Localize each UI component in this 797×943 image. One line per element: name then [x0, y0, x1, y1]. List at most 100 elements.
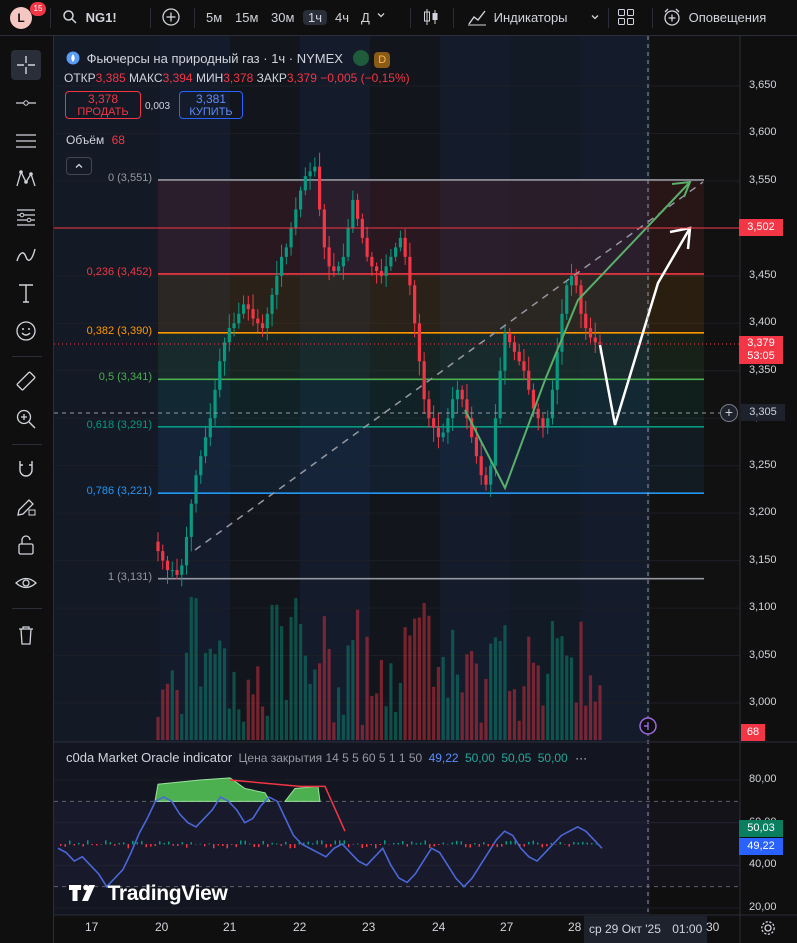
volume-bar	[317, 663, 322, 740]
histogram-bar	[433, 844, 435, 847]
indicators-button[interactable]: Индикаторы	[467, 0, 568, 36]
histogram-bar	[550, 842, 552, 845]
volume-bar	[161, 689, 165, 740]
add-alert-plus-button[interactable]: +	[720, 404, 738, 422]
fib-tool[interactable]	[11, 202, 41, 232]
text-tool[interactable]	[11, 278, 41, 308]
measure-tool[interactable]	[11, 366, 41, 396]
histogram-bar	[595, 843, 597, 845]
histogram-bar	[204, 844, 206, 847]
volume-bar	[503, 625, 507, 740]
indicators-label: Индикаторы	[493, 10, 568, 25]
go-to-realtime-icon[interactable]	[639, 717, 657, 735]
histogram-bar	[505, 841, 507, 845]
timeframe-5m[interactable]: 5м	[206, 0, 222, 36]
histogram-bar	[172, 844, 174, 846]
chart-type-button[interactable]	[422, 0, 440, 36]
histogram-bar	[519, 844, 521, 847]
timeframe-1h[interactable]: 1ч	[303, 6, 328, 30]
fib-level-label: 0,382 (3,390)	[86, 324, 152, 337]
histogram-bar	[474, 843, 476, 845]
histogram-bar	[424, 840, 426, 845]
histogram-bar	[145, 844, 147, 848]
volume-bar	[398, 682, 402, 740]
crosshair-icon	[17, 56, 35, 74]
magnet-tool[interactable]	[11, 454, 41, 484]
stay-drawing-tool[interactable]	[11, 492, 41, 522]
histogram-bar	[262, 840, 264, 845]
volume-bar	[180, 713, 184, 740]
parallel-channel-tool[interactable]	[11, 126, 41, 156]
histogram-bar	[483, 842, 485, 845]
volume-bar	[208, 648, 212, 740]
timeframe-4h[interactable]: 4ч	[335, 0, 349, 36]
histogram-bar	[186, 844, 188, 848]
zoom-tool[interactable]	[11, 404, 41, 434]
indicators-dropdown[interactable]	[590, 0, 600, 36]
histogram-bar	[132, 840, 134, 845]
pattern-tool[interactable]	[11, 164, 41, 194]
histogram-bar	[514, 840, 516, 845]
timeframe-15m[interactable]: 15м	[235, 0, 258, 36]
timeframe-day[interactable]: Д	[361, 0, 370, 36]
candle-body	[522, 361, 526, 371]
volume-bar	[408, 635, 412, 740]
compare-symbol-button[interactable]	[161, 0, 181, 36]
indicator-axis-label: 20,00	[749, 901, 777, 913]
histogram-bar	[555, 844, 557, 845]
volume-bar	[199, 686, 203, 740]
histogram-bar	[325, 844, 327, 848]
fibonacci-icon	[17, 209, 35, 226]
timeframe-30m[interactable]: 30м	[271, 0, 294, 36]
histogram-bar	[105, 840, 107, 845]
candle-body	[498, 370, 502, 419]
volume-bar	[417, 617, 421, 740]
text-icon	[19, 284, 33, 303]
candle-body	[384, 266, 388, 276]
lock-drawings-tool[interactable]	[11, 530, 41, 560]
emoji-tool[interactable]	[11, 316, 41, 346]
indicator-legend[interactable]: c0da Market Oracle indicator Цена закрыт…	[66, 750, 587, 765]
hide-drawings-tool[interactable]	[11, 568, 41, 598]
symbol-search-button[interactable]: NG1!	[62, 0, 117, 36]
volume-bar	[446, 697, 450, 740]
buy-button[interactable]: 3,381 КУПИТЬ	[179, 91, 243, 119]
candle-body	[579, 285, 583, 314]
histogram-bar	[478, 844, 480, 847]
candle-body	[317, 166, 322, 210]
histogram-bar	[258, 844, 260, 848]
candle-body	[337, 266, 341, 272]
price-axis-label: 3,400	[749, 316, 777, 329]
volume-bar	[550, 621, 555, 740]
indicator-axis-label: 80,00	[749, 773, 777, 785]
drawing-toolbar	[0, 36, 54, 943]
alerts-button[interactable]: Оповещения	[662, 0, 766, 36]
volume-bar	[356, 609, 360, 740]
user-avatar[interactable]: L	[10, 7, 32, 29]
histogram-bar	[361, 844, 363, 849]
histogram-bar	[352, 844, 354, 845]
brush-tool[interactable]	[11, 240, 41, 270]
chart-settings-button[interactable]	[760, 920, 776, 939]
change-value: −0,005 (−0,15%)	[320, 71, 410, 85]
price-chart[interactable]	[54, 36, 797, 943]
smiley-icon	[16, 321, 36, 341]
candle-body	[598, 342, 602, 344]
histogram-bar	[402, 840, 404, 845]
layouts-button[interactable]	[617, 0, 635, 36]
sell-button[interactable]: 3,378 ПРОДАТЬ	[65, 91, 141, 119]
symbol-title[interactable]: Фьючерсы на природный газ · 1ч · NYMEX	[87, 51, 343, 66]
remove-drawings-tool[interactable]	[11, 620, 41, 650]
timeframe-dropdown[interactable]	[376, 0, 386, 36]
horizontal-ray-tool[interactable]	[11, 88, 41, 118]
more-icon[interactable]: ···	[575, 751, 587, 765]
candle-body	[222, 342, 227, 362]
time-axis-label: 27	[500, 920, 514, 934]
histogram-bar	[141, 841, 143, 845]
candle-body	[503, 332, 507, 371]
candle-body	[403, 237, 407, 257]
crosshair-tool[interactable]	[11, 50, 41, 80]
high-label: МАКС	[129, 71, 163, 85]
candle-body	[517, 351, 521, 362]
price-axis-label: 3,550	[749, 173, 777, 186]
